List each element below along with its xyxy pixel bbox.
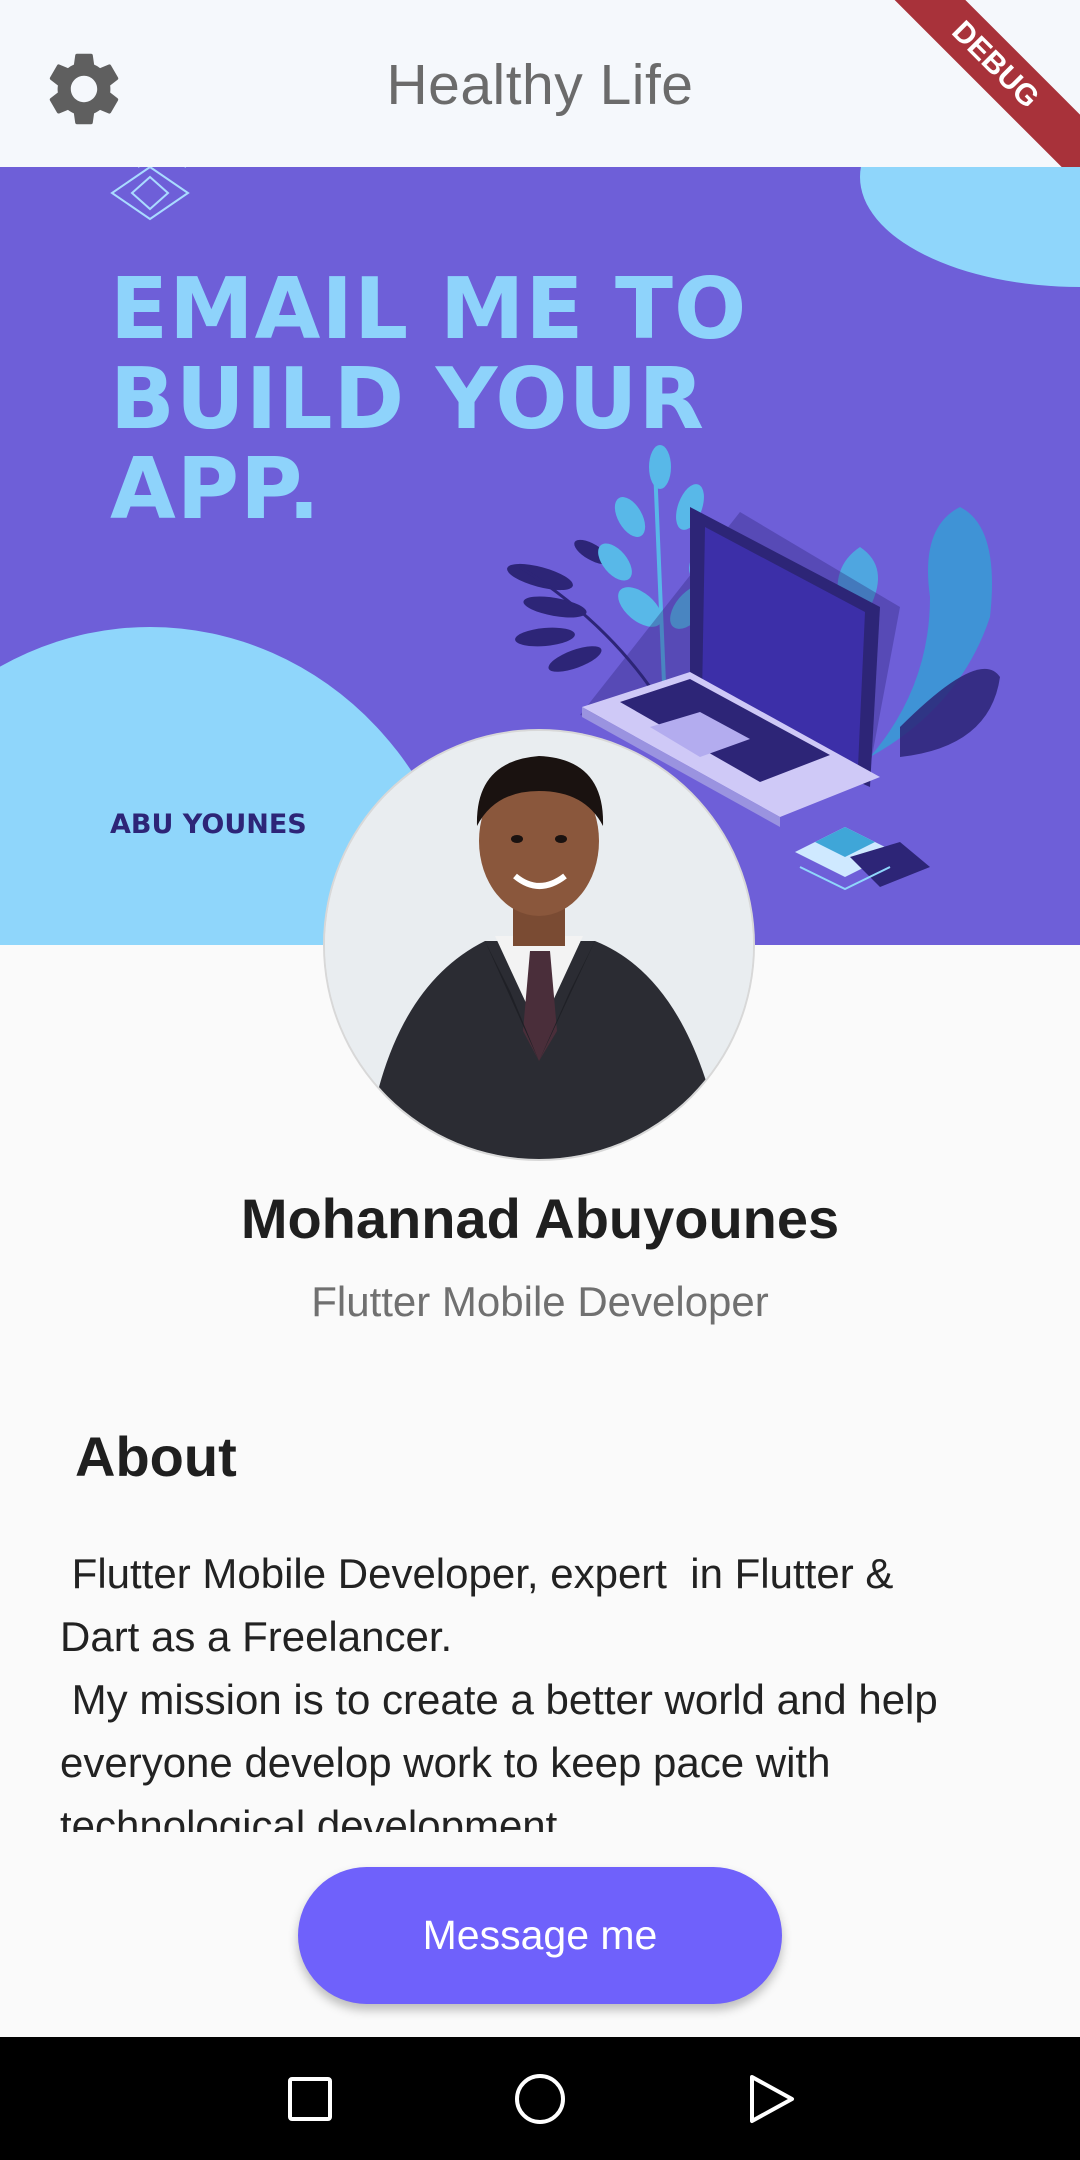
about-text: Flutter Mobile Developer, expert in Flut…: [60, 1550, 938, 1832]
person-photo: [325, 731, 753, 1159]
profile-name: Mohannad Abuyounes: [240, 1187, 840, 1250]
message-me-button[interactable]: Message me: [298, 1867, 782, 2004]
avatar: [325, 731, 753, 1159]
back-button[interactable]: [740, 2069, 800, 2129]
system-nav-bar: [0, 2037, 1080, 2160]
home-button[interactable]: [510, 2069, 570, 2129]
circle-icon: [515, 2074, 565, 2124]
app-bar: Healthy Life: [0, 0, 1080, 167]
banner-name: ABU YOUNES: [110, 809, 307, 840]
profile-role: Flutter Mobile Developer: [311, 1278, 769, 1325]
triangle-back-icon: [750, 2075, 794, 2123]
square-icon: [288, 2077, 332, 2121]
recents-button[interactable]: [280, 2069, 340, 2129]
about-heading: About: [75, 1425, 237, 1488]
app-title: Healthy Life: [386, 53, 694, 117]
banner-headline: EMAIL ME TO BUILD YOUR APP.: [110, 260, 748, 539]
